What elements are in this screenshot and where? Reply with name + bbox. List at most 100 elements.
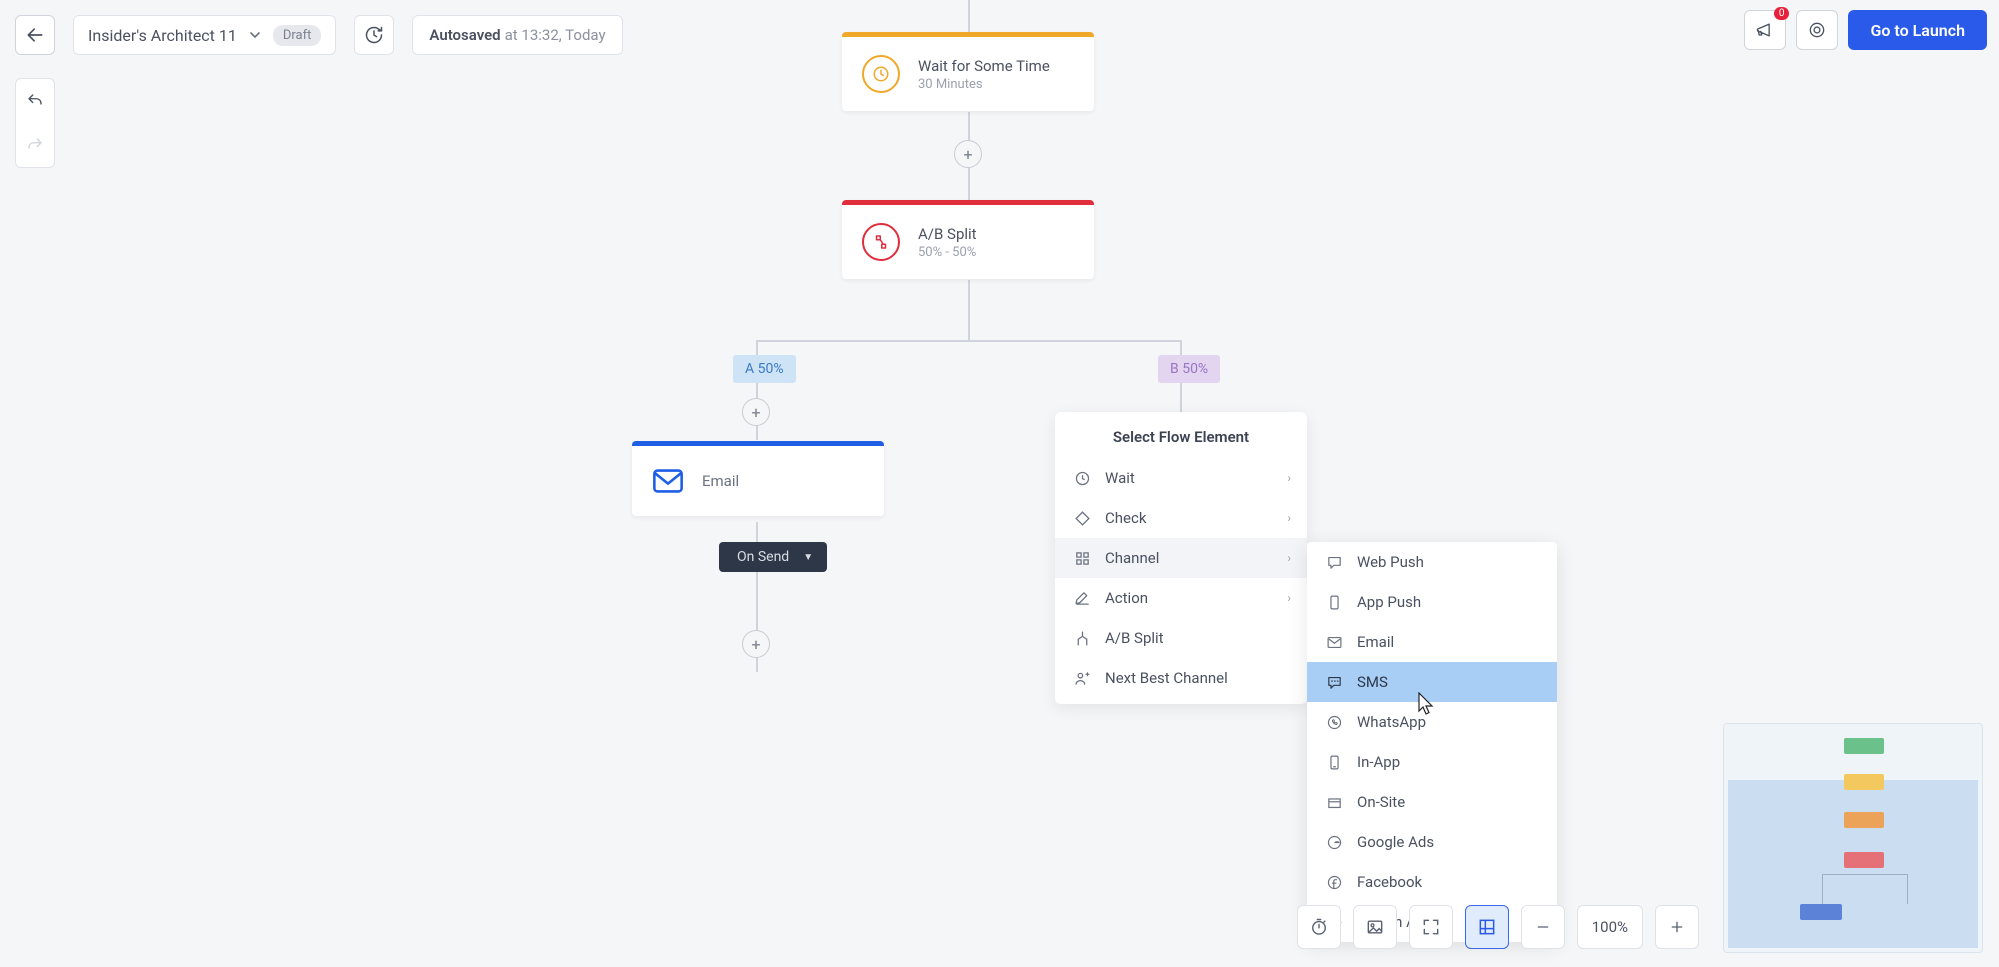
diamond-icon — [1073, 510, 1091, 527]
submenu-item-facebook[interactable]: Facebook — [1307, 862, 1557, 902]
minimap-node — [1844, 852, 1884, 868]
menu-label: Channel — [1105, 549, 1159, 567]
clock-icon — [862, 55, 900, 93]
menu-label: Wait — [1105, 469, 1135, 487]
pencil-icon — [1073, 590, 1091, 607]
menu-label: Next Best Channel — [1105, 669, 1228, 687]
history-icon — [364, 25, 384, 45]
split-icon — [862, 223, 900, 261]
wait-title: Wait for Some Time — [918, 57, 1050, 75]
connector — [968, 280, 970, 340]
status-badge: Draft — [273, 25, 322, 46]
plus-icon — [1669, 919, 1685, 935]
panel-title: Select Flow Element — [1055, 412, 1307, 458]
minus-icon — [1535, 919, 1551, 935]
submenu-item-onsite[interactable]: On-Site — [1307, 782, 1557, 822]
menu-item-absplit[interactable]: A/B Split — [1055, 618, 1307, 658]
email-node[interactable]: Email — [632, 441, 884, 516]
on-send-label: On Send — [737, 549, 789, 565]
redo-button[interactable] — [16, 123, 54, 167]
submenu-label: SMS — [1357, 673, 1388, 691]
arrow-left-icon — [25, 25, 45, 45]
channel-submenu: Web Push App Push Email SMS WhatsApp In-… — [1307, 542, 1557, 942]
menu-label: Action — [1105, 589, 1148, 607]
wait-node[interactable]: Wait for Some Time 30 Minutes — [842, 32, 1094, 111]
submenu-label: Google Ads — [1357, 833, 1434, 851]
email-icon — [652, 468, 684, 494]
on-send-dropdown[interactable]: On Send ▼ — [719, 542, 827, 572]
submenu-item-whatsapp[interactable]: WhatsApp — [1307, 702, 1557, 742]
chevron-right-icon: › — [1287, 591, 1291, 605]
clock-icon — [1073, 470, 1091, 487]
menu-item-channel[interactable]: Channel › — [1055, 538, 1307, 578]
undo-button[interactable] — [16, 79, 54, 123]
zoom-in-button[interactable] — [1655, 905, 1699, 949]
add-node-button[interactable]: + — [742, 630, 770, 658]
back-button[interactable] — [15, 15, 55, 55]
minimap-icon — [1477, 917, 1497, 937]
undo-icon — [26, 92, 44, 110]
chevron-right-icon: › — [1287, 511, 1291, 525]
mail-icon — [1325, 634, 1343, 651]
submenu-label: WhatsApp — [1357, 713, 1426, 731]
screenshot-button[interactable] — [1353, 905, 1397, 949]
menu-item-check[interactable]: Check › — [1055, 498, 1307, 538]
email-title: Email — [702, 472, 739, 490]
zoom-level: 100% — [1577, 905, 1643, 949]
minimap-connector — [1822, 874, 1908, 904]
submenu-label: In-App — [1357, 753, 1400, 771]
autosave-status: Autosaved at 13:32, Today — [412, 15, 622, 55]
people-icon — [1073, 670, 1091, 687]
megaphone-icon — [1755, 20, 1775, 40]
redo-icon — [26, 136, 44, 154]
chat-icon — [1325, 554, 1343, 571]
help-button[interactable] — [1796, 10, 1838, 50]
split-title: A/B Split — [918, 225, 977, 243]
submenu-item-apppush[interactable]: App Push — [1307, 582, 1557, 622]
project-title-box[interactable]: Insider's Architect 11 Draft — [73, 15, 336, 55]
submenu-item-email[interactable]: Email — [1307, 622, 1557, 662]
ab-split-node[interactable]: A/B Split 50% - 50% — [842, 200, 1094, 279]
submenu-label: Facebook — [1357, 873, 1422, 891]
split-subtitle: 50% - 50% — [918, 245, 977, 260]
chevron-right-icon: › — [1287, 551, 1291, 565]
chevron-down-icon: ▼ — [803, 552, 813, 563]
add-node-button[interactable]: + — [742, 398, 770, 426]
google-icon — [1325, 834, 1343, 851]
split-icon — [1073, 630, 1091, 647]
zoom-out-button[interactable] — [1521, 905, 1565, 949]
launch-button[interactable]: Go to Launch — [1848, 10, 1987, 50]
undo-redo-toolbar — [15, 78, 55, 168]
notification-badge: 0 — [1774, 7, 1790, 20]
minimap-toggle-button[interactable] — [1465, 905, 1509, 949]
menu-item-wait[interactable]: Wait › — [1055, 458, 1307, 498]
wait-subtitle: 30 Minutes — [918, 77, 1050, 92]
submenu-item-sms[interactable]: SMS — [1307, 662, 1557, 702]
bottom-toolbar: 100% — [1297, 905, 1699, 949]
whatsapp-icon — [1325, 714, 1343, 731]
grid-icon — [1073, 550, 1091, 567]
submenu-label: Web Push — [1357, 553, 1424, 571]
notification-button[interactable]: 0 — [1744, 10, 1786, 50]
submenu-item-googleads[interactable]: Google Ads — [1307, 822, 1557, 862]
fit-screen-button[interactable] — [1409, 905, 1453, 949]
chevron-down-icon — [249, 29, 261, 41]
menu-label: A/B Split — [1105, 629, 1164, 647]
menu-item-action[interactable]: Action › — [1055, 578, 1307, 618]
flow-element-panel: Select Flow Element Wait › Check › Chann… — [1055, 412, 1307, 704]
phone-icon — [1325, 594, 1343, 611]
menu-label: Check — [1105, 509, 1146, 527]
submenu-item-inapp[interactable]: In-App — [1307, 742, 1557, 782]
history-button[interactable] — [354, 15, 394, 55]
submenu-item-webpush[interactable]: Web Push — [1307, 542, 1557, 582]
add-node-button[interactable]: + — [954, 140, 982, 168]
facebook-icon — [1325, 874, 1343, 891]
autosave-label: Autosaved — [429, 26, 500, 44]
expand-icon — [1421, 917, 1441, 937]
minimap[interactable] — [1723, 723, 1983, 953]
menu-item-nbc[interactable]: Next Best Channel — [1055, 658, 1307, 698]
minimap-node — [1844, 774, 1884, 790]
target-icon — [1807, 20, 1827, 40]
stopwatch-icon — [1309, 917, 1329, 937]
stats-timer-button[interactable] — [1297, 905, 1341, 949]
